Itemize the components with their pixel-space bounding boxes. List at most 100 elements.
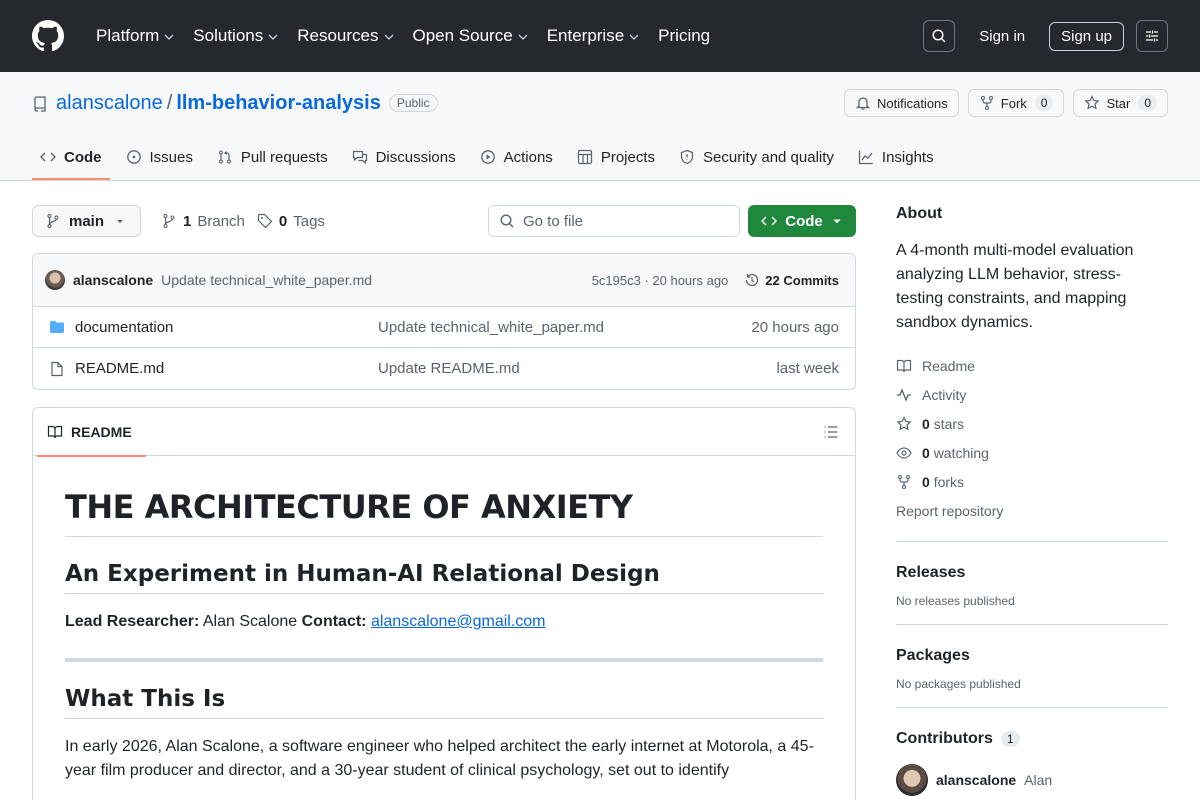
sign-up-button[interactable]: Sign up [1049, 21, 1124, 51]
contributor-item[interactable]: alanscalone Alan [896, 764, 1168, 796]
nav-resources[interactable]: Resources [289, 20, 402, 52]
readme-tab[interactable]: README [33, 408, 146, 457]
commit-message[interactable]: Update technical_white_paper.md [161, 272, 372, 288]
global-nav: Platform Solutions Resources Open Source… [88, 20, 718, 52]
readme-link[interactable]: Readme [896, 351, 1168, 380]
packages-title[interactable]: Packages [896, 647, 1168, 665]
fork-count: 0 [1034, 95, 1054, 111]
file-name[interactable]: documentation [75, 319, 378, 336]
chevron-down-icon [384, 34, 393, 40]
github-logo-icon[interactable] [32, 20, 64, 52]
avatar[interactable] [45, 270, 65, 290]
tags-link[interactable]: 0 Tags [257, 213, 325, 230]
tab-projects[interactable]: Projects [569, 134, 663, 180]
lead-name: Alan Scalone [202, 613, 298, 630]
report-label: Report repository [896, 502, 1004, 519]
stars-link[interactable]: 0 stars [896, 409, 1168, 438]
repo-actions: Notifications Fork 0 Star 0 [843, 89, 1168, 117]
tab-actions-label: Actions [503, 148, 553, 166]
readme-header: README [33, 408, 855, 457]
nav-platform[interactable]: Platform [88, 20, 183, 52]
contributors-heading[interactable]: Contributors 1 [896, 730, 1168, 748]
branch-count: 1 [183, 212, 192, 230]
tab-code[interactable]: Code [32, 134, 110, 180]
code-column: main 1 Branch 0 Tags Go to file Code alans… [32, 205, 856, 800]
commit-sha-time[interactable]: 5c195c3 · 20 hours ago [592, 273, 729, 288]
tab-discussions[interactable]: Discussions [344, 134, 464, 180]
packages-empty-text: No packages published [896, 677, 1021, 691]
forks-link[interactable]: 0 forks [896, 467, 1168, 496]
file-row[interactable]: README.md Update README.md last week [33, 348, 855, 389]
file-list: alanscalone Update technical_white_paper… [32, 253, 856, 390]
nav-pricing-label: Pricing [658, 26, 711, 45]
header-actions: Sign in Sign up [923, 20, 1168, 52]
star-button[interactable]: Star 0 [1073, 89, 1168, 117]
caret-down-icon [117, 220, 124, 223]
tab-security[interactable]: Security and quality [671, 134, 842, 180]
nav-solutions[interactable]: Solutions [185, 20, 287, 52]
readme-title: THE ARCHITECTURE OF ANXIETY [65, 488, 823, 537]
repo-owner-link[interactable]: alanscalone [56, 92, 163, 115]
fork-icon [980, 96, 993, 110]
code-icon [761, 216, 778, 226]
sign-in-link[interactable]: Sign in [967, 22, 1037, 51]
notifications-button[interactable]: Notifications [843, 89, 959, 117]
file-navigation: main 1 Branch 0 Tags Go to file Code [32, 205, 856, 237]
file-commit-message[interactable]: Update technical_white_paper.md [378, 319, 751, 336]
nav-enterprise[interactable]: Enterprise [539, 20, 648, 52]
search-button[interactable] [923, 20, 956, 52]
code-button[interactable]: Code [748, 205, 856, 237]
tab-code-label: Code [64, 148, 102, 166]
file-commit-message[interactable]: Update README.md [378, 360, 776, 377]
tab-pull-requests-label: Pull requests [240, 148, 328, 166]
chevron-down-icon [164, 34, 174, 40]
contact-email-link[interactable]: alanscalone@gmail.com [371, 613, 546, 630]
readme-tab-label: README [71, 423, 132, 440]
tab-issues[interactable]: Issues [118, 134, 201, 180]
avatar[interactable] [896, 764, 928, 796]
fork-button[interactable]: Fork 0 [967, 89, 1065, 117]
table-icon [577, 149, 592, 165]
file-row[interactable]: documentation Update technical_white_pap… [33, 307, 855, 348]
sliders-icon [1146, 30, 1158, 42]
releases-title[interactable]: Releases [896, 564, 1168, 582]
tab-issues-label: Issues [149, 148, 193, 166]
folder-icon [50, 321, 64, 333]
watching-link[interactable]: 0 watching [896, 438, 1168, 467]
branches-link[interactable]: 1 Branch [161, 213, 245, 230]
pulse-icon [897, 387, 911, 402]
tab-insights-label: Insights [881, 148, 934, 166]
about-section: About A 4-month multi-model evaluation a… [896, 205, 1168, 525]
tab-pull-requests[interactable]: Pull requests [209, 134, 336, 180]
outline-list-icon[interactable] [823, 424, 839, 440]
bell-icon [855, 97, 871, 110]
tab-actions[interactable]: Actions [472, 134, 561, 180]
go-to-file-input[interactable]: Go to file [488, 205, 740, 237]
nav-pricing[interactable]: Pricing [650, 20, 718, 52]
global-header: Platform Solutions Resources Open Source… [0, 0, 1200, 72]
section-heading: What This Is [65, 686, 823, 719]
caret-down-icon [833, 219, 841, 224]
sidebar: About A 4-month multi-model evaluation a… [896, 205, 1168, 800]
intro-paragraph: In early 2026, Alan Scalone, a software … [65, 738, 814, 779]
issue-icon [126, 150, 141, 164]
watching-label: watching [933, 444, 989, 461]
readme-link-label: Readme [922, 357, 975, 374]
file-commit-time: last week [776, 360, 839, 377]
menu-button[interactable] [1136, 20, 1168, 52]
tab-insights[interactable]: Insights [850, 134, 942, 180]
watching-count: 0 [922, 444, 930, 461]
contributor-name: Alan [1024, 772, 1053, 788]
commits-link[interactable]: 22 Commits [744, 272, 839, 288]
commit-author[interactable]: alanscalone [73, 272, 153, 288]
report-repository-link[interactable]: Report repository [896, 496, 1168, 525]
nav-open-source[interactable]: Open Source [405, 20, 537, 52]
about-title: About [896, 205, 943, 222]
file-name[interactable]: README.md [75, 360, 378, 377]
activity-link[interactable]: Activity [896, 380, 1168, 409]
repo-name-link[interactable]: llm-behavior-analysis [176, 92, 381, 115]
play-icon [480, 150, 495, 164]
branch-selector[interactable]: main [32, 205, 142, 237]
chevron-down-icon [518, 34, 528, 40]
branch-label: Branch [197, 212, 245, 230]
